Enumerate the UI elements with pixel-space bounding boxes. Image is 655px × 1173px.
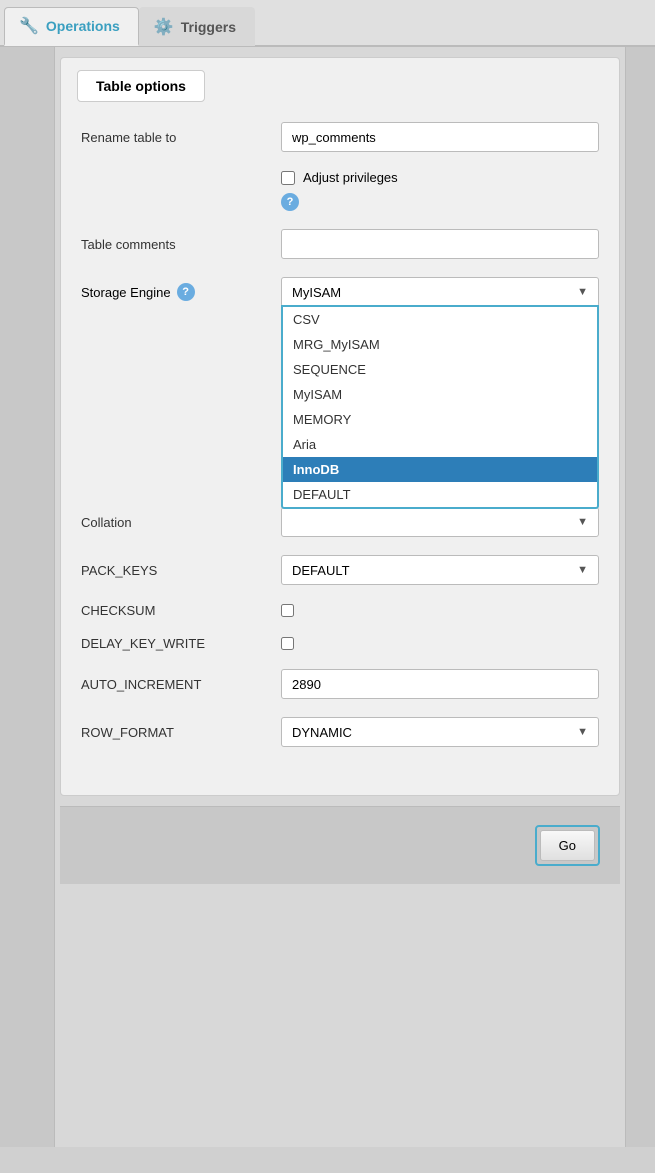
storage-engine-label-group: Storage Engine ? xyxy=(81,283,281,301)
storage-engine-help-icon[interactable]: ? xyxy=(177,283,195,301)
tab-operations[interactable]: 🔧 Operations xyxy=(4,7,139,46)
storage-engine-select-wrapper: MyISAM ▼ CSV MRG_MyISAM SEQUENCE MyISAM … xyxy=(281,277,599,307)
auto-increment-row: AUTO_INCREMENT xyxy=(81,669,599,699)
auto-increment-label: AUTO_INCREMENT xyxy=(81,677,281,692)
collation-select-wrapper: ▼ xyxy=(281,507,599,537)
storage-engine-arrow: ▼ xyxy=(577,286,588,298)
delay-key-write-checkbox[interactable] xyxy=(281,637,294,650)
auto-increment-input[interactable] xyxy=(281,669,599,699)
rename-table-row: Rename table to xyxy=(81,122,599,152)
pack-keys-select[interactable]: DEFAULT ▼ xyxy=(281,555,599,585)
table-options-card: Table options Rename table to Adjust pri… xyxy=(60,57,620,796)
rename-input[interactable] xyxy=(281,122,599,152)
row-format-value: DYNAMIC xyxy=(292,725,352,740)
dropdown-item-default[interactable]: DEFAULT xyxy=(283,482,597,507)
collation-row: Collation ▼ xyxy=(81,507,599,537)
row-format-arrow: ▼ xyxy=(577,726,588,738)
checksum-checkbox[interactable] xyxy=(281,604,294,617)
pack-keys-arrow: ▼ xyxy=(577,564,588,576)
adjust-privileges-row: Adjust privileges xyxy=(281,170,599,185)
delay-key-write-row: DELAY_KEY_WRITE xyxy=(81,636,599,651)
storage-engine-label: Storage Engine xyxy=(81,285,171,300)
dropdown-item-memory[interactable]: MEMORY xyxy=(283,407,597,432)
go-button-wrapper: Go xyxy=(535,825,600,866)
triggers-icon: ⚙️ xyxy=(154,17,174,37)
right-strip xyxy=(625,47,655,1147)
pack-keys-row: PACK_KEYS DEFAULT ▼ xyxy=(81,555,599,585)
form-area: Rename table to Adjust privileges ? Tabl… xyxy=(61,102,619,775)
pack-keys-value: DEFAULT xyxy=(292,563,350,578)
collation-select[interactable]: ▼ xyxy=(281,507,599,537)
tab-bar: 🔧 Operations ⚙️ Triggers xyxy=(0,0,655,47)
dropdown-item-aria[interactable]: Aria xyxy=(283,432,597,457)
adjust-privileges-label: Adjust privileges xyxy=(303,170,398,185)
tab-operations-label: Operations xyxy=(46,18,120,34)
help-icon[interactable]: ? xyxy=(281,193,299,211)
tab-triggers-label: Triggers xyxy=(181,19,236,35)
collation-arrow: ▼ xyxy=(577,516,588,528)
dropdown-item-mrg[interactable]: MRG_MyISAM xyxy=(283,332,597,357)
storage-engine-dropdown: CSV MRG_MyISAM SEQUENCE MyISAM MEMORY Ar… xyxy=(281,305,599,509)
tab-triggers[interactable]: ⚙️ Triggers xyxy=(139,7,255,46)
main-content: Table options Rename table to Adjust pri… xyxy=(0,47,655,1147)
sidebar-strip xyxy=(0,47,55,1147)
storage-engine-value: MyISAM xyxy=(292,285,341,300)
checksum-row: CHECKSUM xyxy=(81,603,599,618)
dropdown-item-myisam[interactable]: MyISAM xyxy=(283,382,597,407)
collation-label: Collation xyxy=(81,515,281,530)
go-button[interactable]: Go xyxy=(540,830,595,861)
checksum-label: CHECKSUM xyxy=(81,603,281,618)
card-header: Table options xyxy=(77,70,205,102)
pack-keys-label: PACK_KEYS xyxy=(81,563,281,578)
row-format-label: ROW_FORMAT xyxy=(81,725,281,740)
dropdown-item-innodb[interactable]: InnoDB xyxy=(283,457,597,482)
help-icon-row: ? xyxy=(281,193,599,211)
table-comments-label: Table comments xyxy=(81,237,281,252)
storage-engine-row: Storage Engine ? MyISAM ▼ CSV MRG_MyISAM… xyxy=(81,277,599,307)
rename-label: Rename table to xyxy=(81,130,281,145)
table-comments-input[interactable] xyxy=(281,229,599,259)
operations-icon: 🔧 xyxy=(19,16,39,36)
row-format-select[interactable]: DYNAMIC ▼ xyxy=(281,717,599,747)
delay-key-write-label: DELAY_KEY_WRITE xyxy=(81,636,281,651)
storage-engine-select[interactable]: MyISAM ▼ xyxy=(281,277,599,307)
dropdown-item-csv[interactable]: CSV xyxy=(283,307,597,332)
dropdown-item-sequence[interactable]: SEQUENCE xyxy=(283,357,597,382)
adjust-privileges-checkbox[interactable] xyxy=(281,171,295,185)
table-comments-row: Table comments xyxy=(81,229,599,259)
center-panel: Table options Rename table to Adjust pri… xyxy=(55,47,625,1147)
row-format-row: ROW_FORMAT DYNAMIC ▼ xyxy=(81,717,599,747)
go-area: Go xyxy=(60,806,620,884)
